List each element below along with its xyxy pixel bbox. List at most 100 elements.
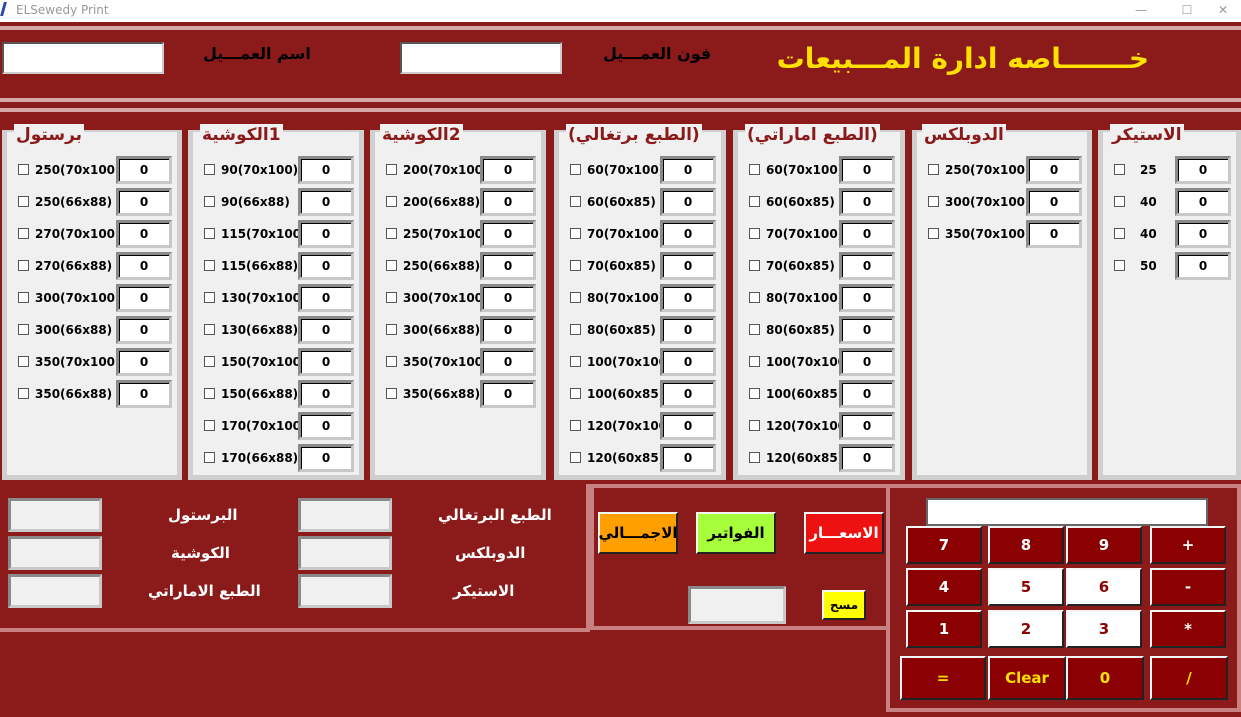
row-quantity-input[interactable]: 0 <box>839 316 895 344</box>
row-checkbox[interactable] <box>570 324 581 335</box>
total-button[interactable]: الاجمـــالي <box>598 512 678 554</box>
row-quantity-input[interactable]: 0 <box>480 156 536 184</box>
row-checkbox[interactable] <box>749 164 760 175</box>
row-checkbox[interactable] <box>18 324 29 335</box>
row-quantity-input[interactable]: 0 <box>660 444 716 472</box>
row-quantity-input[interactable]: 0 <box>660 220 716 248</box>
row-checkbox[interactable] <box>928 228 939 239</box>
invoices-button[interactable]: الفواتير <box>696 512 776 554</box>
row-checkbox[interactable] <box>1114 164 1125 175</box>
row-checkbox[interactable] <box>18 196 29 207</box>
calc-key-6[interactable]: 6 <box>1066 568 1142 606</box>
row-checkbox[interactable] <box>749 324 760 335</box>
prices-button[interactable]: الاسعـــار <box>804 512 884 554</box>
row-quantity-input[interactable]: 0 <box>839 188 895 216</box>
row-quantity-input[interactable]: 0 <box>116 284 172 312</box>
row-checkbox[interactable] <box>18 228 29 239</box>
row-checkbox[interactable] <box>570 452 581 463</box>
row-quantity-input[interactable]: 0 <box>116 220 172 248</box>
row-quantity-input[interactable]: 0 <box>480 252 536 280</box>
row-quantity-input[interactable]: 0 <box>660 316 716 344</box>
row-checkbox[interactable] <box>386 260 397 271</box>
row-quantity-input[interactable]: 0 <box>298 252 354 280</box>
row-quantity-input[interactable]: 0 <box>298 156 354 184</box>
row-checkbox[interactable] <box>570 260 581 271</box>
calc-key-4[interactable]: 4 <box>906 568 982 606</box>
row-checkbox[interactable] <box>749 388 760 399</box>
calc-key-14[interactable]: 0 <box>1066 656 1144 700</box>
row-checkbox[interactable] <box>928 196 939 207</box>
row-quantity-input[interactable]: 0 <box>1175 220 1231 248</box>
row-checkbox[interactable] <box>749 452 760 463</box>
row-quantity-input[interactable]: 0 <box>660 284 716 312</box>
row-quantity-input[interactable]: 0 <box>1026 220 1082 248</box>
row-checkbox[interactable] <box>570 292 581 303</box>
row-quantity-input[interactable]: 0 <box>839 220 895 248</box>
calc-key-13[interactable]: Clear <box>988 656 1066 700</box>
row-checkbox[interactable] <box>1114 260 1125 271</box>
calc-key-15[interactable]: / <box>1150 656 1228 700</box>
row-quantity-input[interactable]: 0 <box>839 252 895 280</box>
row-checkbox[interactable] <box>386 388 397 399</box>
row-checkbox[interactable] <box>386 164 397 175</box>
row-quantity-input[interactable]: 0 <box>298 412 354 440</box>
row-quantity-input[interactable]: 0 <box>298 316 354 344</box>
row-checkbox[interactable] <box>204 356 215 367</box>
row-quantity-input[interactable]: 0 <box>116 316 172 344</box>
row-quantity-input[interactable]: 0 <box>1026 188 1082 216</box>
row-quantity-input[interactable]: 0 <box>660 412 716 440</box>
close-button[interactable]: ✕ <box>1200 0 1241 22</box>
row-quantity-input[interactable]: 0 <box>298 348 354 376</box>
row-checkbox[interactable] <box>204 164 215 175</box>
row-checkbox[interactable] <box>386 356 397 367</box>
calc-key-1[interactable]: 8 <box>988 526 1064 564</box>
row-checkbox[interactable] <box>749 356 760 367</box>
row-checkbox[interactable] <box>386 292 397 303</box>
row-checkbox[interactable] <box>749 260 760 271</box>
row-checkbox[interactable] <box>749 228 760 239</box>
row-quantity-input[interactable]: 0 <box>839 444 895 472</box>
coated-total-field[interactable] <box>8 536 102 570</box>
row-checkbox[interactable] <box>18 292 29 303</box>
row-checkbox[interactable] <box>386 228 397 239</box>
row-quantity-input[interactable]: 0 <box>116 348 172 376</box>
row-checkbox[interactable] <box>570 228 581 239</box>
row-quantity-input[interactable]: 0 <box>298 444 354 472</box>
row-quantity-input[interactable]: 0 <box>480 188 536 216</box>
row-checkbox[interactable] <box>204 388 215 399</box>
row-checkbox[interactable] <box>1114 196 1125 207</box>
customer-name-input[interactable] <box>2 42 164 74</box>
row-quantity-input[interactable]: 0 <box>839 412 895 440</box>
row-quantity-input[interactable]: 0 <box>660 252 716 280</box>
customer-phone-input[interactable] <box>400 42 562 74</box>
row-checkbox[interactable] <box>570 420 581 431</box>
row-checkbox[interactable] <box>204 260 215 271</box>
row-checkbox[interactable] <box>204 420 215 431</box>
calc-key-3[interactable]: + <box>1150 526 1226 564</box>
portuguese-total-field[interactable] <box>298 498 392 532</box>
row-checkbox[interactable] <box>204 292 215 303</box>
row-quantity-input[interactable]: 0 <box>839 380 895 408</box>
minimize-button[interactable]: — <box>1118 0 1164 22</box>
row-checkbox[interactable] <box>386 324 397 335</box>
row-checkbox[interactable] <box>386 196 397 207</box>
calc-key-2[interactable]: 9 <box>1066 526 1142 564</box>
row-checkbox[interactable] <box>928 164 939 175</box>
row-checkbox[interactable] <box>18 260 29 271</box>
row-quantity-input[interactable]: 0 <box>298 284 354 312</box>
row-quantity-input[interactable]: 0 <box>480 380 536 408</box>
row-checkbox[interactable] <box>1114 228 1125 239</box>
row-quantity-input[interactable]: 0 <box>660 348 716 376</box>
calc-key-9[interactable]: 2 <box>988 610 1064 648</box>
row-checkbox[interactable] <box>570 356 581 367</box>
calc-key-0[interactable]: 7 <box>906 526 982 564</box>
row-checkbox[interactable] <box>570 388 581 399</box>
row-checkbox[interactable] <box>204 324 215 335</box>
row-checkbox[interactable] <box>18 388 29 399</box>
row-checkbox[interactable] <box>204 452 215 463</box>
calc-key-12[interactable]: = <box>900 656 986 700</box>
row-checkbox[interactable] <box>204 196 215 207</box>
bristol-total-field[interactable] <box>8 498 102 532</box>
row-quantity-input[interactable]: 0 <box>839 348 895 376</box>
clear-button[interactable]: مسح <box>822 590 866 620</box>
